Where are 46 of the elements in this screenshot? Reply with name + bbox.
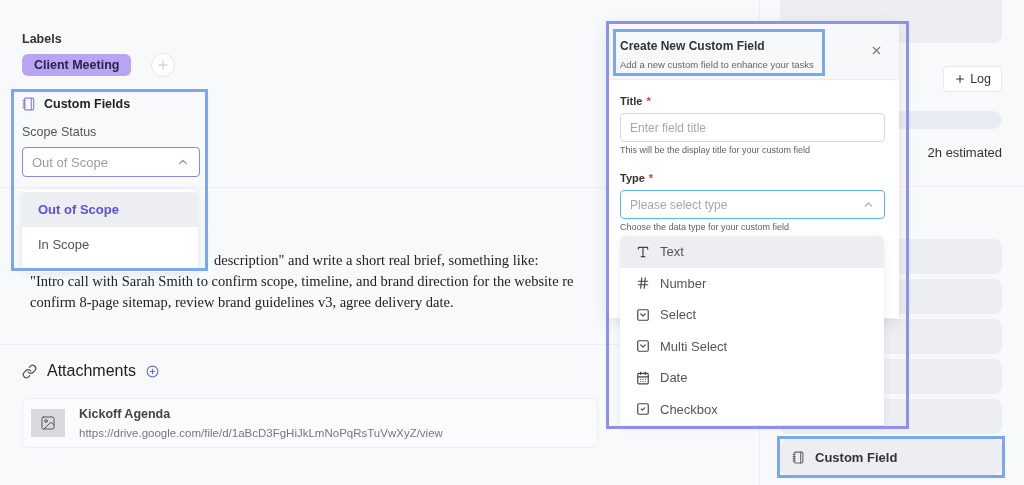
attachment-name: Kickoff Agenda <box>79 407 172 421</box>
attachment-url: https://drive.google.com/file/d/1aBcD3FgHiJkLmNoPqRsTuVwXyZ/view <box>79 427 443 439</box>
attachment-card[interactable]: Kickoff Agenda https://drive.google.com/file/d/1aBcD3FgHiJkLmNoPqRsTuVwXyZ/view <box>22 398 598 448</box>
type-option[interactable]: Number <box>620 267 884 299</box>
type-option[interactable]: Multi Select <box>620 330 884 362</box>
labels-heading: Labels <box>22 32 62 46</box>
field-label: Type <box>620 172 645 184</box>
plus-icon <box>156 58 171 72</box>
modal-title: Create New Custom Field <box>620 39 765 53</box>
close-button[interactable] <box>870 44 883 57</box>
plus-icon <box>954 73 967 85</box>
sidebar-item[interactable]: Custom Field <box>780 439 1002 475</box>
required-mark: * <box>646 95 651 107</box>
checkbox-icon <box>636 402 650 417</box>
type-option[interactable]: Checkbox <box>620 393 884 425</box>
estimate-text: 2h estimated <box>927 145 1002 160</box>
notebook-icon <box>22 97 36 111</box>
add-attachment-icon[interactable] <box>145 364 159 378</box>
sidebar-item-label: Custom Field <box>815 449 898 465</box>
hash-icon <box>636 276 650 291</box>
type-option[interactable]: Text <box>620 236 884 268</box>
section-title: Attachments <box>47 362 136 380</box>
field-hint: Choose the data type for your custom field <box>620 222 790 232</box>
description-line: description" and write a short real brief, something like: <box>214 251 539 270</box>
section-title: Custom Fields <box>44 97 131 111</box>
type-option[interactable]: Date <box>620 362 884 394</box>
dropdown-option[interactable]: Out of Scope <box>22 192 198 227</box>
notebook-icon <box>792 450 805 464</box>
label-chip: Client Meeting <box>22 54 132 76</box>
dropdown-icon <box>636 339 650 354</box>
description-line: confirm 8-page sitemap, review brand guidelines v3, agree delivery date. <box>30 293 454 312</box>
field-hint: This will be the display title for your custom field <box>620 145 811 155</box>
dropdown-icon <box>636 307 650 322</box>
image-icon <box>31 409 65 437</box>
modal-subtitle: Add a new custom field to enhance your tasks <box>620 59 814 70</box>
dropdown-option[interactable]: In Scope <box>22 227 198 262</box>
description-line: "Intro call with Sarah Smith to confirm scope, timeline, and brand direction for the website re <box>30 272 574 291</box>
link-icon <box>22 363 37 379</box>
letter-t-icon <box>636 244 650 259</box>
calendar-icon <box>636 370 650 385</box>
type-option[interactable]: Select <box>620 299 884 331</box>
required-mark: * <box>648 172 654 184</box>
field-label: Title <box>620 95 643 107</box>
title-input[interactable]: Enter field title <box>620 113 885 142</box>
field-label: Scope Status <box>22 125 97 139</box>
log-button[interactable]: Log <box>943 66 1002 92</box>
